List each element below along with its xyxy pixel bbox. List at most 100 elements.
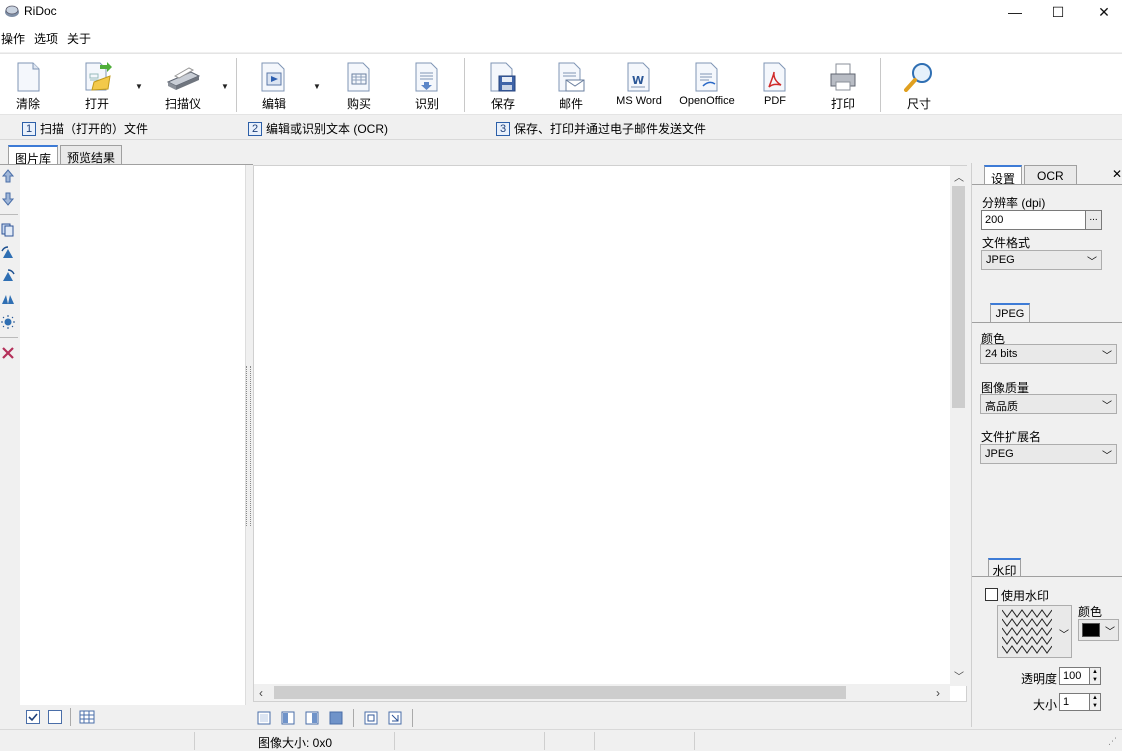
mini-separator	[70, 708, 71, 726]
save-button[interactable]: 保存	[482, 54, 524, 114]
rotate-right-icon[interactable]	[1, 269, 15, 283]
tab-settings[interactable]: 设置	[984, 165, 1023, 186]
scroll-down-arrow-icon[interactable]: ﹀	[954, 668, 964, 683]
window-title: RiDoc	[24, 4, 57, 18]
extension-select[interactable]: JPEG ﹀	[980, 444, 1117, 464]
resolution-label: 分辨率 (dpi)	[982, 196, 1046, 210]
mini-separator	[412, 709, 413, 727]
move-up-icon[interactable]	[1, 169, 15, 183]
scroll-left-arrow-icon[interactable]: ‹	[259, 686, 263, 700]
size-button[interactable]: 尺寸	[898, 54, 940, 114]
chevron-down-icon: ﹀	[1102, 451, 1112, 462]
pdf-button[interactable]: PDF	[754, 54, 796, 114]
resolution-input[interactable]: 200	[981, 210, 1086, 230]
delete-icon[interactable]	[1, 346, 15, 360]
tab-watermark[interactable]: 水印	[988, 558, 1021, 578]
zoom-fit-icon[interactable]	[364, 711, 378, 725]
open-button[interactable]: 打开	[74, 54, 120, 114]
toolbar-separator	[236, 58, 237, 112]
move-down-icon[interactable]	[1, 192, 15, 206]
scroll-right-arrow-icon[interactable]: ›	[936, 686, 940, 700]
scanner-button[interactable]: 扫描仪	[160, 54, 206, 114]
edit-dropdown-arrow[interactable]: ▼	[312, 82, 322, 91]
step-label: 保存、打印并通过电子邮件发送文件	[514, 122, 707, 136]
format-select[interactable]: JPEG ﹀	[981, 250, 1102, 270]
mail-document-icon	[558, 62, 585, 92]
layout-left-icon[interactable]	[281, 711, 295, 725]
resolution-browse-button[interactable]: ...	[1085, 210, 1102, 230]
openoffice-button[interactable]: OpenOffice	[676, 54, 738, 114]
resize-grip-icon[interactable]: ⋰	[1108, 736, 1120, 748]
pdf-document-icon	[763, 62, 786, 92]
tab-preview[interactable]: 预览结果	[60, 145, 123, 165]
quality-select[interactable]: 高品质 ﹀	[980, 394, 1117, 414]
openoffice-document-icon	[695, 62, 718, 92]
print-button[interactable]: 打印	[822, 54, 864, 114]
color-swatch	[1082, 623, 1100, 637]
buy-button[interactable]: 购买	[338, 54, 380, 114]
chevron-down-icon: ﹀	[1102, 401, 1112, 412]
chevron-down-icon: ﹀	[1087, 257, 1097, 268]
watermark-color-label: 颜色	[1078, 605, 1103, 619]
tab-jpeg[interactable]: JPEG	[990, 303, 1030, 322]
watermark-pattern-select[interactable]: ﹀	[997, 605, 1072, 658]
toolbar-separator	[880, 58, 881, 112]
layout-full-icon[interactable]	[329, 711, 343, 725]
canvas-bottom-toolbar	[257, 709, 413, 727]
vertical-scroll-thumb[interactable]	[952, 186, 965, 408]
open-folder-icon	[85, 62, 112, 91]
size-spinner[interactable]: ▲ ▼	[1089, 693, 1101, 711]
menu-operate[interactable]: 操作	[0, 30, 31, 47]
maximize-button[interactable]: ☐	[1035, 0, 1081, 24]
opacity-spinner[interactable]: ▲ ▼	[1089, 667, 1101, 685]
watermark-color-picker[interactable]: ﹀	[1078, 619, 1119, 641]
flip-icon[interactable]	[1, 292, 15, 306]
opacity-input[interactable]: 100	[1059, 667, 1090, 685]
step-save-print[interactable]: 3 保存、打印并通过电子邮件发送文件	[496, 120, 706, 137]
deselect-all-icon[interactable]	[48, 710, 62, 724]
step-edit-ocr[interactable]: 2 编辑或识别文本 (OCR)	[248, 120, 388, 137]
image-canvas[interactable]	[253, 165, 967, 702]
mail-button[interactable]: 邮件	[550, 54, 592, 114]
step-label: 编辑或识别文本 (OCR)	[266, 122, 388, 136]
edit-button[interactable]: 编辑	[252, 54, 296, 114]
status-separator	[394, 732, 395, 750]
use-watermark-checkbox[interactable]	[985, 588, 998, 601]
recognize-button[interactable]: 识别	[406, 54, 448, 114]
gallery-panel[interactable]	[20, 165, 246, 705]
panel-close-icon[interactable]: ✕	[1112, 167, 1122, 181]
menu-options[interactable]: 选项	[33, 30, 64, 47]
brightness-icon[interactable]	[1, 315, 15, 329]
panel-splitter[interactable]	[246, 366, 251, 526]
scanner-dropdown-arrow[interactable]: ▼	[220, 82, 230, 91]
close-button[interactable]: ✕	[1081, 0, 1122, 24]
clear-button[interactable]: 清除	[8, 54, 48, 114]
select-all-checkbox-icon[interactable]	[26, 710, 40, 724]
size-input[interactable]: 1	[1059, 693, 1090, 711]
tab-ocr[interactable]: OCR	[1024, 165, 1077, 185]
chevron-down-icon: ﹀	[1102, 351, 1112, 362]
layout-single-icon[interactable]	[257, 711, 271, 725]
duplicate-icon[interactable]	[1, 223, 15, 237]
menu-about[interactable]: 关于	[66, 30, 97, 47]
open-dropdown-arrow[interactable]: ▼	[134, 82, 144, 91]
layout-right-icon[interactable]	[305, 711, 319, 725]
grid-view-icon[interactable]	[79, 710, 95, 724]
step-scan[interactable]: 1 扫描（打开的）文件	[22, 120, 148, 137]
rotate-left-icon[interactable]	[1, 246, 15, 260]
zoom-actual-icon[interactable]	[388, 711, 402, 725]
scroll-up-arrow-icon[interactable]: ︿	[954, 169, 964, 184]
size-label: 大小	[1033, 698, 1058, 712]
gallery-bottom-toolbar	[26, 708, 95, 726]
tab-gallery[interactable]: 图片库	[8, 145, 59, 166]
svg-text:W: W	[632, 74, 644, 87]
toolbar: 清除 打开 ▼ 扫描仪 ▼ 编辑 ▼ 购买 识别 保存 邮件 W MS Word…	[0, 53, 1122, 115]
msword-button[interactable]: W MS Word	[612, 54, 666, 114]
minimize-button[interactable]: —	[992, 0, 1038, 24]
save-disk-icon	[490, 62, 516, 92]
left-tab-strip: 图片库 预览结果	[0, 144, 123, 166]
use-watermark-label: 使用水印	[1001, 589, 1050, 603]
horizontal-scroll-thumb[interactable]	[274, 686, 846, 699]
chevron-down-icon: ﹀	[1105, 627, 1115, 638]
color-select[interactable]: 24 bits ﹀	[980, 344, 1117, 364]
